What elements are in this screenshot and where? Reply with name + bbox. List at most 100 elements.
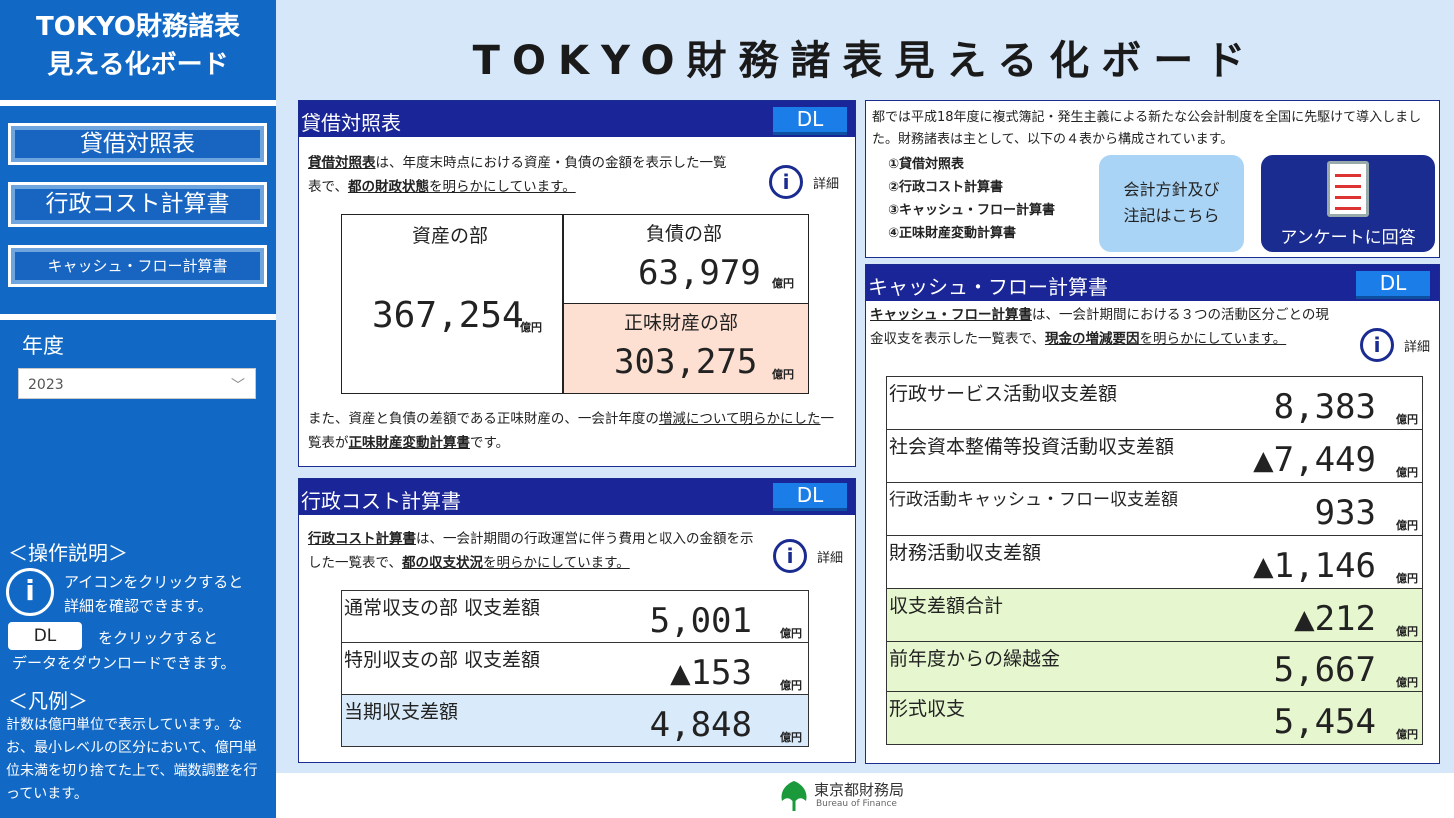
table-row: 通常収支の部 収支差額 5,001 億円 bbox=[341, 590, 809, 643]
year-value: 2023 bbox=[28, 377, 64, 393]
cashflow-dl-button[interactable]: DL bbox=[1356, 271, 1430, 299]
list-item: ②行政コスト計算書 bbox=[888, 180, 1004, 195]
row-label: 特別収支の部 収支差額 bbox=[344, 649, 541, 671]
ops-heading: ＜操作説明＞ bbox=[8, 541, 128, 565]
cashflow-title: キャッシュ・フロー計算書 bbox=[868, 275, 1108, 299]
net-assets-value: 303,275 bbox=[614, 342, 758, 382]
ops-dl-text-2: データをダウンロードできます。 bbox=[12, 654, 236, 672]
sidebar-divider bbox=[0, 100, 276, 106]
page-title: TOKYO財務諸表見える化ボード bbox=[472, 38, 1258, 84]
cost-statement-panel: 行政コスト計算書 DL 行政コスト計算書は、一会計期間の行政運営に伴う費用と収入… bbox=[298, 478, 856, 763]
info-icon[interactable]: i bbox=[769, 165, 803, 199]
row-label: 行政サービス活動収支差額 bbox=[889, 383, 1118, 405]
sidebar-divider bbox=[0, 314, 276, 320]
table-row: 収支差額合計 ▲212 億円 bbox=[886, 588, 1423, 642]
row-value: 8,383 bbox=[1273, 387, 1376, 427]
unit-label: 億円 bbox=[772, 277, 794, 290]
net-assets-cell: 正味財産の部 303,275 億円 bbox=[563, 303, 809, 394]
footer: 東京都財務局 Bureau of Finance bbox=[276, 773, 1454, 818]
liabilities-value: 63,979 bbox=[638, 253, 761, 293]
row-label: 前年度からの繰越金 bbox=[889, 648, 1061, 670]
list-item: ①貸借対照表 bbox=[888, 157, 965, 172]
nav-cashflow-statement[interactable]: キャッシュ・フロー計算書 bbox=[6, 243, 269, 289]
row-label: 当期収支差額 bbox=[344, 701, 459, 723]
row-value: ▲7,449 bbox=[1253, 440, 1376, 480]
detail-label[interactable]: 詳細 bbox=[1404, 336, 1430, 355]
balance-sheet-header: 貸借対照表 bbox=[299, 101, 855, 137]
year-label: 年度 bbox=[22, 334, 64, 358]
row-label: 社会資本整備等投資活動収支差額 bbox=[889, 436, 1175, 458]
row-label: 収支差額合計 bbox=[889, 595, 1004, 617]
ops-info-text: アイコンをクリックすると 詳細を確認できます。 bbox=[64, 573, 244, 615]
ops-dl-text: をクリックすると bbox=[98, 629, 219, 647]
table-row: 社会資本整備等投資活動収支差額 ▲7,449 億円 bbox=[886, 429, 1423, 483]
chevron-down-icon: ﹀ bbox=[231, 378, 245, 394]
info-icon[interactable]: i bbox=[773, 539, 807, 573]
balance-dl-button[interactable]: DL bbox=[773, 107, 847, 135]
list-item: ③キャッシュ・フロー計算書 bbox=[888, 203, 1056, 218]
table-row: 行政活動キャッシュ・フロー収支差額 933 億円 bbox=[886, 482, 1423, 536]
row-value: ▲153 bbox=[670, 653, 752, 693]
nav-balance-sheet[interactable]: 貸借対照表 bbox=[6, 121, 269, 167]
sidebar-title: TOKYO財務諸表 見える化ボード bbox=[36, 12, 240, 80]
table-row: 財務活動収支差額 ▲1,146 億円 bbox=[886, 535, 1423, 589]
unit-label: 億円 bbox=[1396, 572, 1418, 585]
info-icon[interactable]: i bbox=[1360, 328, 1394, 362]
assets-label: 資産の部 bbox=[412, 225, 489, 247]
row-value: 5,001 bbox=[649, 601, 752, 641]
detail-label[interactable]: 詳細 bbox=[813, 173, 839, 192]
unit-label: 億円 bbox=[1396, 466, 1418, 479]
balance-note: また、資産と負債の差額である正味財産の、一会計年度の増減について明らかにした一覧… bbox=[308, 411, 834, 451]
org-name-en: Bureau of Finance bbox=[816, 799, 897, 809]
unit-label: 億円 bbox=[1396, 728, 1418, 741]
info-icon: i bbox=[6, 568, 54, 616]
legend-heading: ＜凡例＞ bbox=[8, 689, 88, 713]
list-item: ④正味財産変動計算書 bbox=[888, 226, 1017, 241]
table-row: 特別収支の部 収支差額 ▲153 億円 bbox=[341, 642, 809, 695]
unit-label: 億円 bbox=[1396, 413, 1418, 426]
clipboard-icon bbox=[1327, 161, 1369, 217]
nav-cost-statement[interactable]: 行政コスト計算書 bbox=[6, 180, 269, 229]
assets-value: 367,254 bbox=[372, 295, 524, 336]
legend-text: 計数は億円単位で表示しています。なお、最小レベルの区分において、億円単位未満を切… bbox=[6, 717, 258, 802]
unit-label: 億円 bbox=[780, 679, 802, 692]
row-label: 行政活動キャッシュ・フロー収支差額 bbox=[889, 490, 1178, 510]
row-value: 4,848 bbox=[649, 705, 752, 745]
unit-label: 億円 bbox=[780, 627, 802, 640]
tokyo-logo-icon bbox=[781, 781, 807, 811]
cashflow-panel: キャッシュ・フロー計算書 DL キャッシュ・フロー計算書は、一会計期間における３… bbox=[865, 264, 1440, 764]
detail-label[interactable]: 詳細 bbox=[817, 547, 843, 566]
sidebar: TOKYO財務諸表 見える化ボード 貸借対照表 行政コスト計算書 キャッシュ・フ… bbox=[0, 0, 276, 818]
assets-cell: 資産の部 367,254 億円 bbox=[341, 214, 563, 394]
year-select[interactable]: 2023 ﹀ bbox=[18, 368, 256, 399]
balance-sheet-panel: 貸借対照表 DL 貸借対照表は、年度末時点における資産・負債の金額を表示した一覧… bbox=[298, 100, 856, 467]
cost-description: 行政コスト計算書は、一会計期間の行政運営に伴う費用と収入の金額を示した一覧表で、… bbox=[308, 531, 754, 571]
row-value: 5,454 bbox=[1273, 702, 1376, 742]
unit-label: 億円 bbox=[520, 321, 542, 334]
row-label: 形式収支 bbox=[889, 698, 966, 720]
table-row: 当期収支差額 4,848 億円 bbox=[341, 694, 809, 747]
org-name: 東京都財務局 bbox=[814, 781, 905, 799]
survey-button[interactable]: アンケートに回答 bbox=[1261, 155, 1435, 252]
survey-label: アンケートに回答 bbox=[1280, 228, 1416, 248]
table-row: 行政サービス活動収支差額 8,383 億円 bbox=[886, 376, 1423, 430]
liabilities-cell: 負債の部 63,979 億円 bbox=[563, 214, 809, 304]
dl-legend-icon: DL bbox=[8, 622, 82, 650]
cashflow-header: キャッシュ・フロー計算書 bbox=[866, 265, 1439, 301]
cost-statement-header: 行政コスト計算書 bbox=[299, 479, 855, 515]
cost-dl-button[interactable]: DL bbox=[773, 483, 847, 511]
balance-description: 貸借対照表は、年度末時点における資産・負債の金額を表示した一覧表で、都の財政状態… bbox=[308, 155, 727, 195]
accounting-policy-button[interactable]: 会計方針及び 注記はこちら bbox=[1099, 155, 1244, 252]
intro-list: ①貸借対照表 ②行政コスト計算書 ③キャッシュ・フロー計算書 ④正味財産変動計算… bbox=[888, 153, 1055, 245]
unit-label: 億円 bbox=[1396, 519, 1418, 532]
unit-label: 億円 bbox=[1396, 676, 1418, 689]
unit-label: 億円 bbox=[1396, 625, 1418, 638]
row-value: ▲1,146 bbox=[1253, 546, 1376, 586]
unit-label: 億円 bbox=[772, 368, 794, 381]
row-label: 通常収支の部 収支差額 bbox=[344, 597, 541, 619]
table-row: 形式収支 5,454 億円 bbox=[886, 691, 1423, 745]
row-value: ▲212 bbox=[1294, 599, 1376, 639]
row-value: 5,667 bbox=[1273, 650, 1376, 690]
table-row: 前年度からの繰越金 5,667 億円 bbox=[886, 641, 1423, 692]
cashflow-description: キャッシュ・フロー計算書は、一会計期間における３つの活動区分ごとの現金収支を表示… bbox=[870, 307, 1329, 347]
